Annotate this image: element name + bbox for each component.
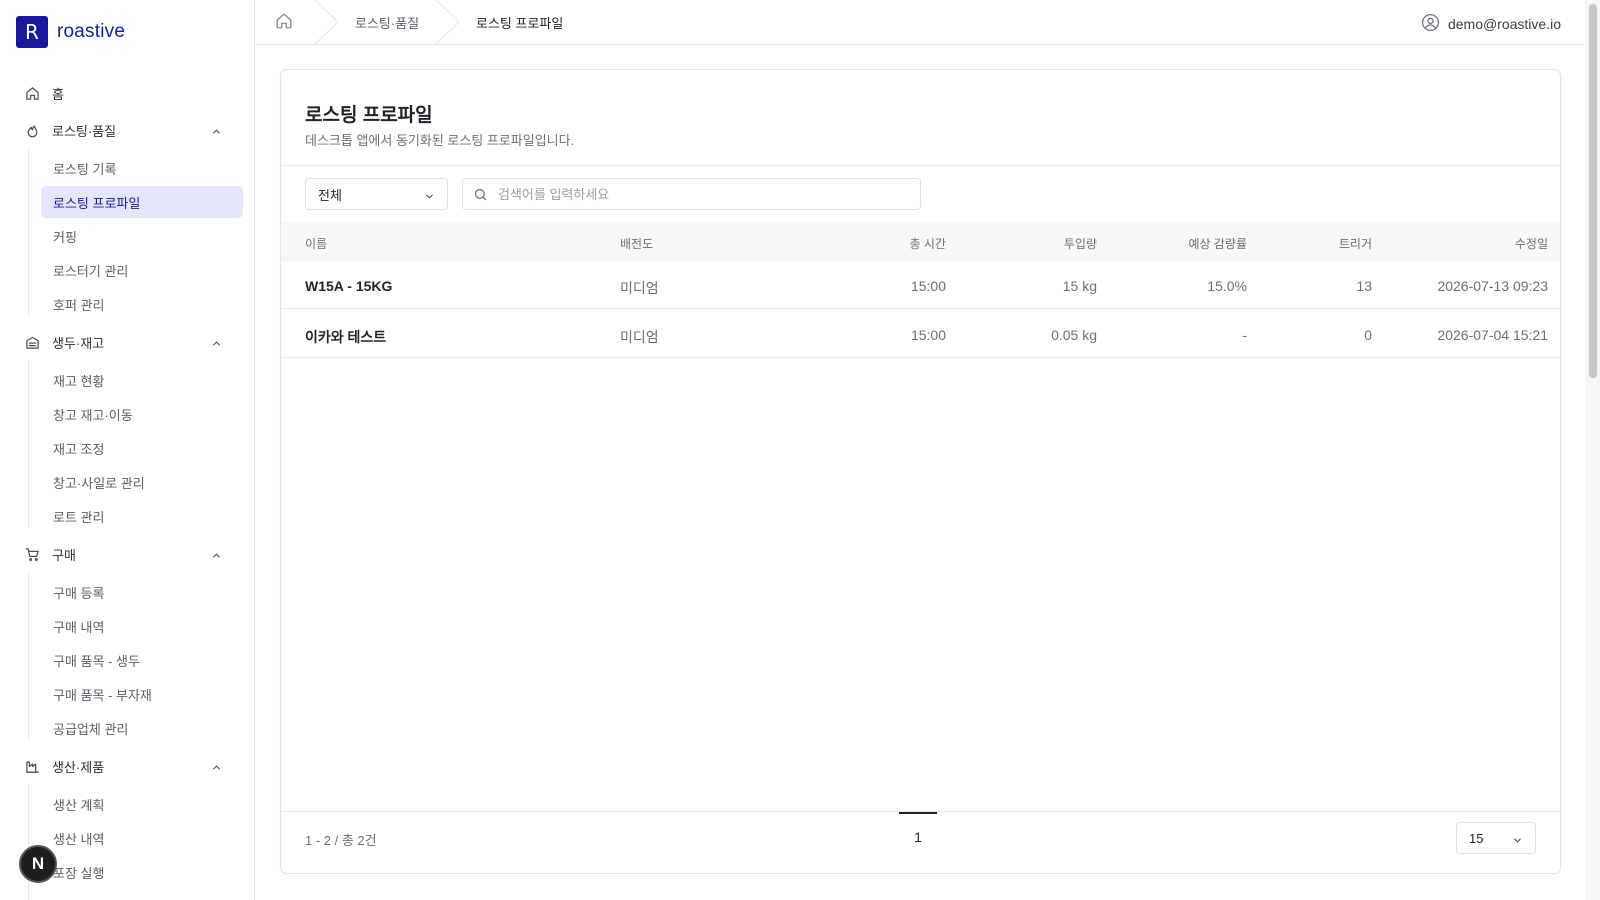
table-row[interactable]: 이카와 테스트 미디엄 15:00 0.05 kg - 0 2026-07-04…	[281, 310, 1560, 358]
sidebar-section-label: 로스팅·품질	[52, 123, 117, 139]
page-title: 로스팅 프로파일	[305, 105, 433, 126]
sidebar-item-purchase-materials[interactable]: 구매 품목 - 부자재	[41, 678, 243, 710]
cell-roast-level: 미디엄	[620, 329, 659, 345]
top-bar: 로스팅·품질 로스팅 프로파일 demo@roastive.io	[255, 0, 1585, 45]
sidebar-item-label: 홈	[52, 86, 64, 102]
sidebar-item-home[interactable]: 홈	[0, 76, 254, 110]
page-scrollbar[interactable]	[1585, 0, 1600, 900]
sidebar-item-roasting-records[interactable]: 로스팅 기록	[41, 152, 243, 184]
sidebar-section-roasting[interactable]: 로스팅·품질	[0, 113, 254, 147]
sidebar-section-label: 생두·재고	[52, 335, 105, 351]
breadcrumb-separator	[435, 0, 460, 44]
chevron-up-icon	[211, 125, 222, 140]
table-row[interactable]: W15A - 15KG 미디엄 15:00 15 kg 15.0% 13 202…	[281, 261, 1560, 309]
cell-name: W15A - 15KG	[305, 278, 393, 294]
category-filter-value: 전체	[318, 187, 342, 203]
warehouse-icon	[24, 334, 40, 350]
breadcrumb-item-current: 로스팅 프로파일	[476, 15, 564, 31]
page-button-current[interactable]: 1	[899, 812, 937, 860]
sidebar-section-purchase[interactable]: 구매	[0, 537, 254, 571]
chevron-down-icon	[424, 190, 435, 205]
user-email: demo@roastive.io	[1447, 16, 1561, 32]
cell-modified: 2026-07-04 15:21	[1437, 327, 1548, 343]
sidebar-item-packaging-run[interactable]: 포장 실행	[41, 856, 243, 888]
sidebar-item-cupping[interactable]: 커핑	[41, 220, 243, 252]
cell-triggers: 13	[1356, 278, 1372, 294]
column-header-name[interactable]: 이름	[305, 235, 327, 252]
column-header-modified[interactable]: 수정일	[1515, 235, 1548, 252]
pagination-footer: 1 - 2 / 총 2건 1 15	[281, 811, 1560, 874]
page-description: 데스크톱 앱에서 동기화된 로스팅 프로파일입니다.	[305, 133, 575, 148]
breadcrumb-home[interactable]	[275, 0, 293, 44]
nav-tree-line	[28, 148, 29, 316]
card-divider	[281, 165, 1560, 166]
sidebar-item-roaster-management[interactable]: 로스터기 관리	[41, 254, 243, 286]
cell-weight-loss: 15.0%	[1207, 278, 1247, 294]
cell-total-time: 15:00	[910, 278, 946, 294]
sidebar-item-lot-management[interactable]: 로트 관리	[41, 500, 243, 532]
sidebar-item-warehouse-transfer[interactable]: 창고 재고·이동	[41, 398, 243, 430]
sidebar-section-production[interactable]: 생산·제품	[0, 749, 254, 783]
cell-batch-size: 0.05 kg	[1051, 327, 1097, 343]
nav-tree-line	[28, 784, 29, 900]
column-header-batch-size[interactable]: 투입량	[1064, 235, 1097, 252]
flame-icon	[24, 122, 40, 138]
sidebar-item-production-plan[interactable]: 생산 계획	[41, 788, 243, 820]
column-header-roast-level[interactable]: 배전도	[620, 235, 653, 252]
cell-batch-size: 15 kg	[1062, 278, 1097, 294]
user-circle-icon	[1421, 13, 1440, 35]
sidebar-item-hopper-management[interactable]: 호퍼 관리	[41, 288, 243, 320]
logo-mark: R	[16, 16, 48, 48]
factory-icon	[24, 758, 40, 774]
table-header: 이름 배전도 총 시간 투입량 예상 감량률 트리거 수정일	[281, 222, 1560, 261]
user-menu[interactable]: demo@roastive.io	[1421, 13, 1561, 35]
search-icon	[473, 187, 488, 207]
floating-n-button[interactable]: N	[19, 845, 57, 883]
sidebar-item-roasting-profile[interactable]: 로스팅 프로파일	[41, 186, 243, 218]
search-box[interactable]	[462, 178, 921, 210]
sidebar-item-purchase-green-beans[interactable]: 구매 품목 - 생두	[41, 644, 243, 676]
nav-tree-line	[28, 572, 29, 740]
column-header-triggers[interactable]: 트리거	[1339, 235, 1372, 252]
cell-triggers: 0	[1364, 327, 1372, 343]
category-filter-select[interactable]: 전체	[305, 178, 448, 210]
home-icon	[24, 85, 40, 101]
nav-tree-line	[28, 360, 29, 528]
sidebar-section-inventory[interactable]: 생두·재고	[0, 325, 254, 359]
chevron-up-icon	[211, 337, 222, 352]
home-icon	[275, 12, 293, 33]
cell-total-time: 15:00	[910, 327, 946, 343]
page-size-select[interactable]: 15	[1456, 822, 1536, 854]
breadcrumb-item-section[interactable]: 로스팅·품질	[355, 0, 419, 44]
sidebar-section-label: 생산·제품	[52, 759, 105, 775]
cell-modified: 2026-07-13 09:23	[1437, 278, 1548, 294]
page-size-value: 15	[1469, 830, 1484, 846]
brand-logo[interactable]: R roastive	[16, 16, 125, 48]
sidebar-item-silo-management[interactable]: 창고·사일로 관리	[41, 466, 243, 498]
sidebar-item-purchase-register[interactable]: 구매 등록	[41, 576, 243, 608]
breadcrumb-separator	[314, 0, 339, 44]
cell-weight-loss: -	[1242, 327, 1247, 343]
scrollbar-thumb[interactable]	[1589, 4, 1597, 378]
chevron-up-icon	[211, 549, 222, 564]
pagination-summary: 1 - 2 / 총 2건	[305, 833, 377, 848]
sidebar-section-label: 구매	[52, 547, 76, 563]
sidebar-item-production-history[interactable]: 생산 내역	[41, 822, 243, 854]
cell-roast-level: 미디엄	[620, 280, 659, 296]
cell-name: 이카와 테스트	[305, 329, 387, 345]
column-header-weight-loss[interactable]: 예상 감량률	[1188, 235, 1247, 252]
search-input[interactable]	[498, 185, 908, 203]
brand-name: roastive	[57, 21, 126, 42]
profiles-card: 로스팅 프로파일 데스크톱 앱에서 동기화된 로스팅 프로파일입니다. 전체 이…	[280, 69, 1561, 874]
sidebar-item-supplier-management[interactable]: 공급업체 관리	[41, 712, 243, 744]
sidebar-item-stock-adjustment[interactable]: 재고 조정	[41, 432, 243, 464]
sidebar: R roastive 홈 로스팅·품질 로스팅 기록 로스팅 프로파일 커핑 로…	[0, 0, 255, 900]
chevron-down-icon	[1512, 834, 1523, 849]
sidebar-item-purchase-history[interactable]: 구매 내역	[41, 610, 243, 642]
chevron-up-icon	[211, 761, 222, 776]
column-header-total-time[interactable]: 총 시간	[910, 235, 946, 252]
sidebar-item-stock-status[interactable]: 재고 현황	[41, 364, 243, 396]
cart-icon	[24, 546, 40, 562]
